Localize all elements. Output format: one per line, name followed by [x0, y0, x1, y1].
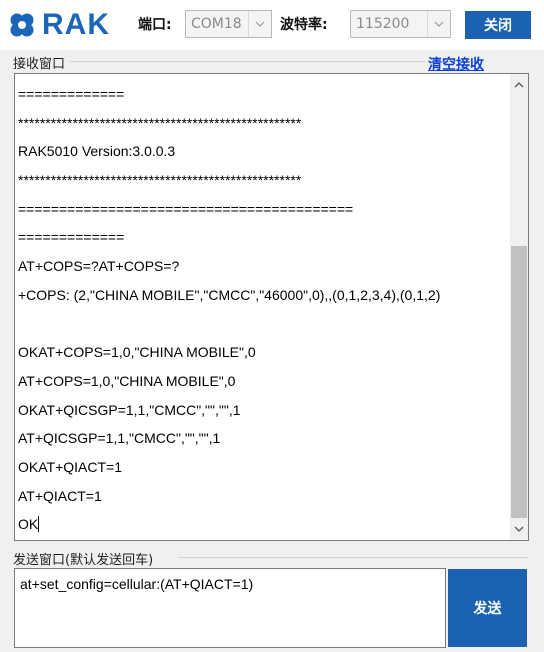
- receive-line: =============: [18, 229, 125, 246]
- receive-lines: ============= ***************************…: [18, 84, 508, 540]
- send-button[interactable]: 发送: [448, 569, 527, 647]
- rak-logo: RAK: [8, 6, 110, 44]
- scroll-up-icon[interactable]: [510, 76, 528, 94]
- receive-line: +COPS: (2,"CHINA MOBILE","CMCC","46000",…: [18, 286, 441, 303]
- text-caret: [38, 516, 40, 533]
- receive-line: ****************************************…: [18, 114, 302, 131]
- send-group-border: [178, 557, 528, 558]
- receive-line: RAK5010 Version:3.0.0.3: [18, 143, 176, 160]
- receive-line: ========================================…: [18, 200, 354, 217]
- baud-label: 波特率:: [280, 17, 328, 33]
- receive-line: AT+COPS=1,0,"CHINA MOBILE",0: [18, 372, 236, 389]
- toolbar: RAK 端口: COM18 波特率: 115200 关闭: [0, 0, 544, 50]
- receive-line: [18, 314, 508, 343]
- receive-line: AT+QIACT=1: [18, 487, 102, 504]
- send-input-value: at+set_config=cellular:(AT+QIACT=1): [20, 576, 254, 592]
- receive-scrollbar[interactable]: [510, 74, 528, 540]
- chevron-down-icon[interactable]: [248, 11, 271, 37]
- send-group-title: 发送窗口(默认发送回车): [13, 549, 156, 568]
- port-value: COM18: [191, 16, 242, 32]
- logo-text: RAK: [42, 8, 110, 41]
- scroll-down-icon[interactable]: [510, 520, 528, 538]
- receive-group-title: 接收窗口: [13, 53, 68, 72]
- baud-value: 115200: [356, 16, 410, 32]
- receive-line: OKAT+QIACT=1: [18, 458, 122, 475]
- receive-line: OKAT+QICSGP=1,1,"CMCC","","",1: [18, 401, 241, 418]
- receive-line: OK: [18, 516, 40, 533]
- receive-textarea[interactable]: ============= ***************************…: [14, 73, 529, 541]
- close-port-button[interactable]: 关闭: [465, 11, 531, 39]
- port-label: 端口:: [138, 17, 172, 33]
- receive-line: ****************************************…: [18, 172, 302, 189]
- scrollbar-thumb[interactable]: [511, 246, 527, 518]
- rak-logo-icon: [8, 11, 36, 39]
- receive-line: AT+QICSGP=1,1,"CMCC","","",1: [18, 430, 221, 447]
- receive-group-border: [70, 61, 425, 62]
- receive-line: AT+COPS=?AT+COPS=?: [18, 258, 180, 275]
- baud-select[interactable]: 115200: [350, 10, 451, 38]
- chevron-down-icon[interactable]: [427, 11, 450, 37]
- send-input[interactable]: at+set_config=cellular:(AT+QIACT=1): [14, 568, 446, 648]
- receive-line: OKAT+COPS=1,0,"CHINA MOBILE",0: [18, 344, 256, 361]
- clear-receive-link[interactable]: 清空接收: [428, 54, 484, 74]
- receive-line: =============: [18, 86, 125, 102]
- port-select[interactable]: COM18: [185, 10, 272, 38]
